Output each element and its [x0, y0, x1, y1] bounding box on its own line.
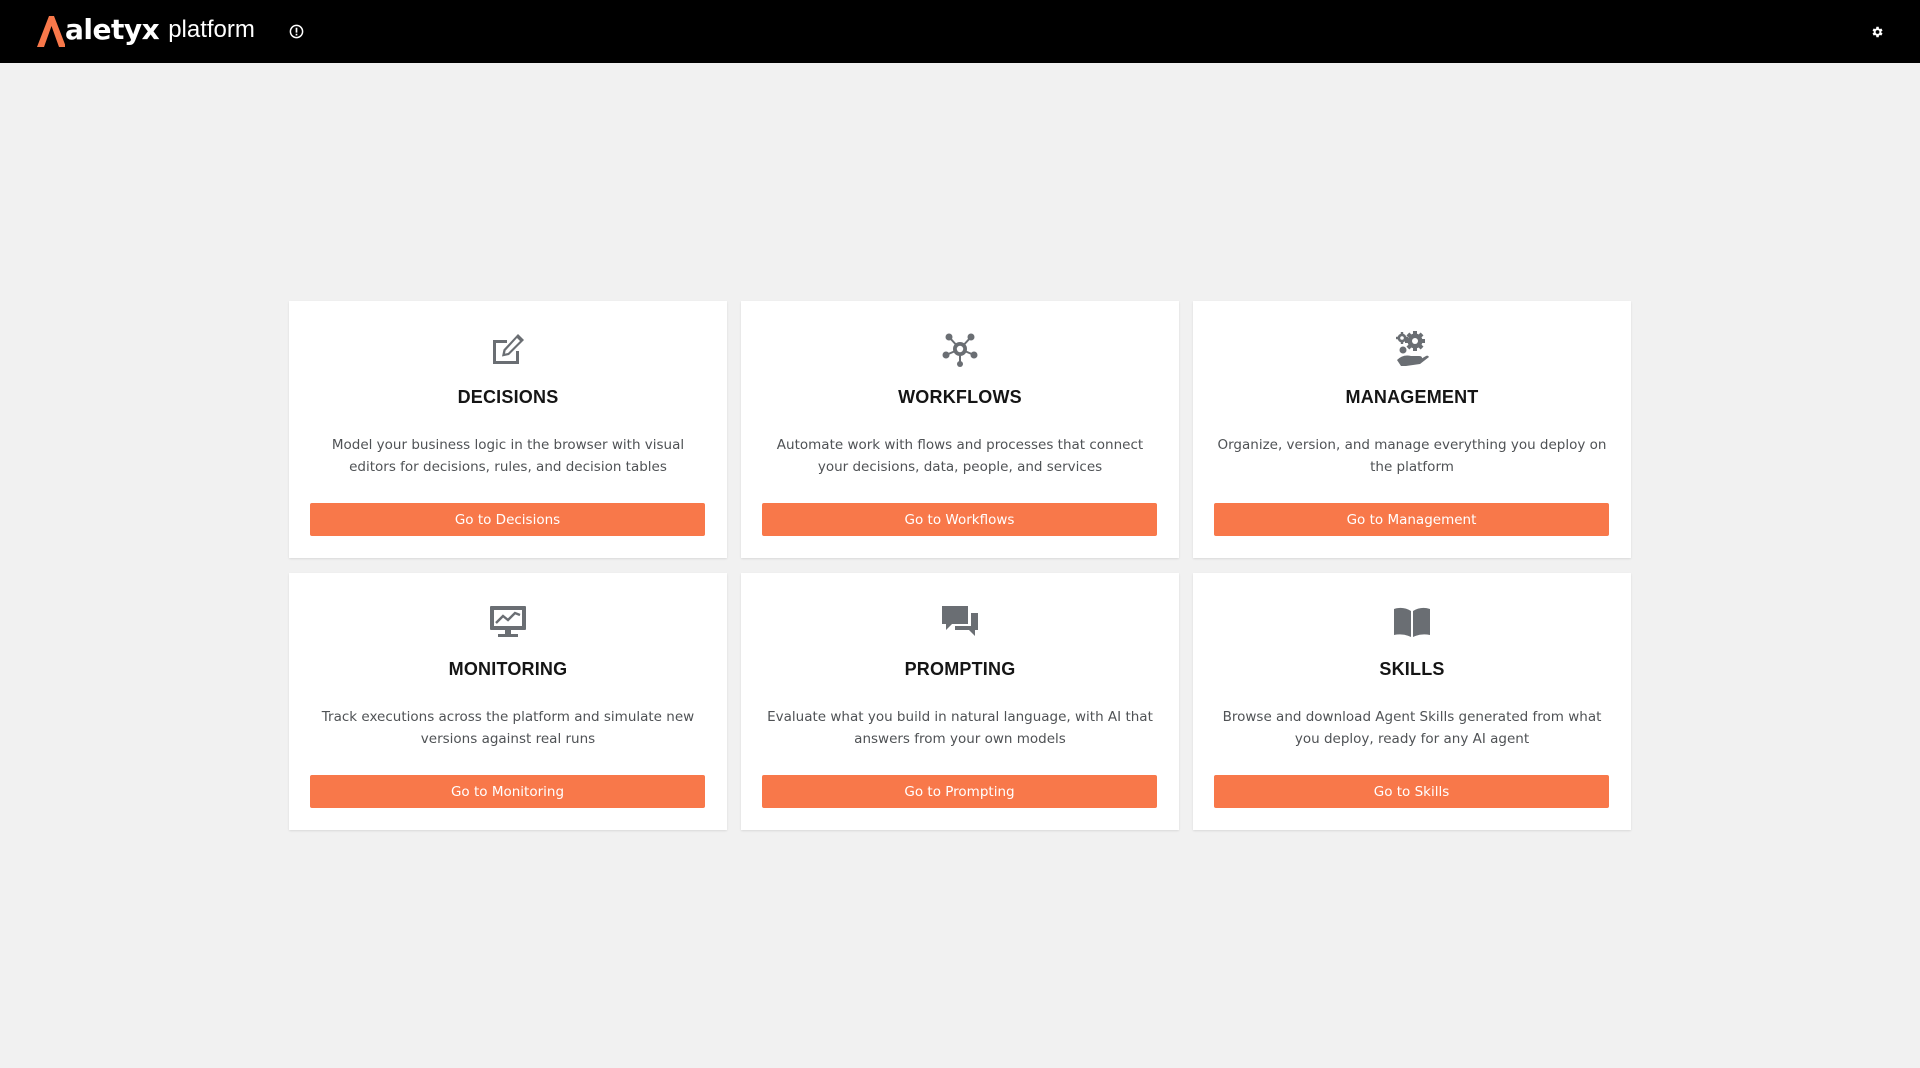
go-to-monitoring-button[interactable]: Go to Monitoring	[310, 775, 705, 808]
settings-button[interactable]	[1866, 21, 1888, 43]
card-title: MANAGEMENT	[1345, 387, 1479, 407]
brand-name: aletyx	[65, 13, 160, 46]
open-book-icon	[1392, 601, 1432, 641]
card-description: Browse and download Agent Skills generat…	[1222, 709, 1602, 747]
card-description: Evaluate what you build in natural langu…	[767, 709, 1153, 747]
card-title: PROMPTING	[904, 659, 1016, 679]
monitoring-screen-icon	[488, 601, 528, 641]
card-description: Model your business logic in the browser…	[331, 437, 685, 475]
decisions-card: DECISIONS Model your business logic in t…	[289, 301, 727, 558]
management-gears-hand-icon	[1392, 329, 1432, 369]
info-circle-icon	[289, 24, 303, 38]
gear-icon	[1872, 26, 1883, 38]
workflow-network-icon	[940, 329, 980, 369]
info-button[interactable]	[286, 21, 306, 41]
card-description: Track executions across the platform and…	[321, 709, 695, 747]
card-title: SKILLS	[1379, 659, 1445, 679]
management-card: MANAGEMENT Organize, version, and manage…	[1193, 301, 1631, 558]
edit-icon	[488, 329, 528, 369]
card-title: DECISIONS	[457, 387, 559, 407]
go-to-prompting-button[interactable]: Go to Prompting	[762, 775, 1157, 808]
card-title: WORKFLOWS	[898, 387, 1022, 407]
monitoring-card: MONITORING Track executions across the p…	[289, 573, 727, 830]
brand-logo[interactable]: aletyx platform	[35, 12, 255, 50]
prompting-card: PROMPTING Evaluate what you build in nat…	[741, 573, 1179, 830]
aletyx-logo-mark-icon	[37, 16, 65, 47]
card-description: Organize, version, and manage everything…	[1217, 437, 1607, 475]
go-to-management-button[interactable]: Go to Management	[1214, 503, 1609, 536]
card-description: Automate work with flows and processes t…	[776, 437, 1144, 475]
go-to-workflows-button[interactable]: Go to Workflows	[762, 503, 1157, 536]
masthead: aletyx platform	[0, 0, 1920, 63]
skills-card: SKILLS Browse and download Agent Skills …	[1193, 573, 1631, 830]
feature-card-grid: DECISIONS Model your business logic in t…	[289, 301, 1631, 830]
go-to-decisions-button[interactable]: Go to Decisions	[310, 503, 705, 536]
chat-bubbles-icon	[940, 601, 980, 641]
card-title: MONITORING	[448, 659, 568, 679]
workflows-card: WORKFLOWS Automate work with flows and p…	[741, 301, 1179, 558]
brand-suffix: platform	[168, 16, 255, 43]
go-to-skills-button[interactable]: Go to Skills	[1214, 775, 1609, 808]
